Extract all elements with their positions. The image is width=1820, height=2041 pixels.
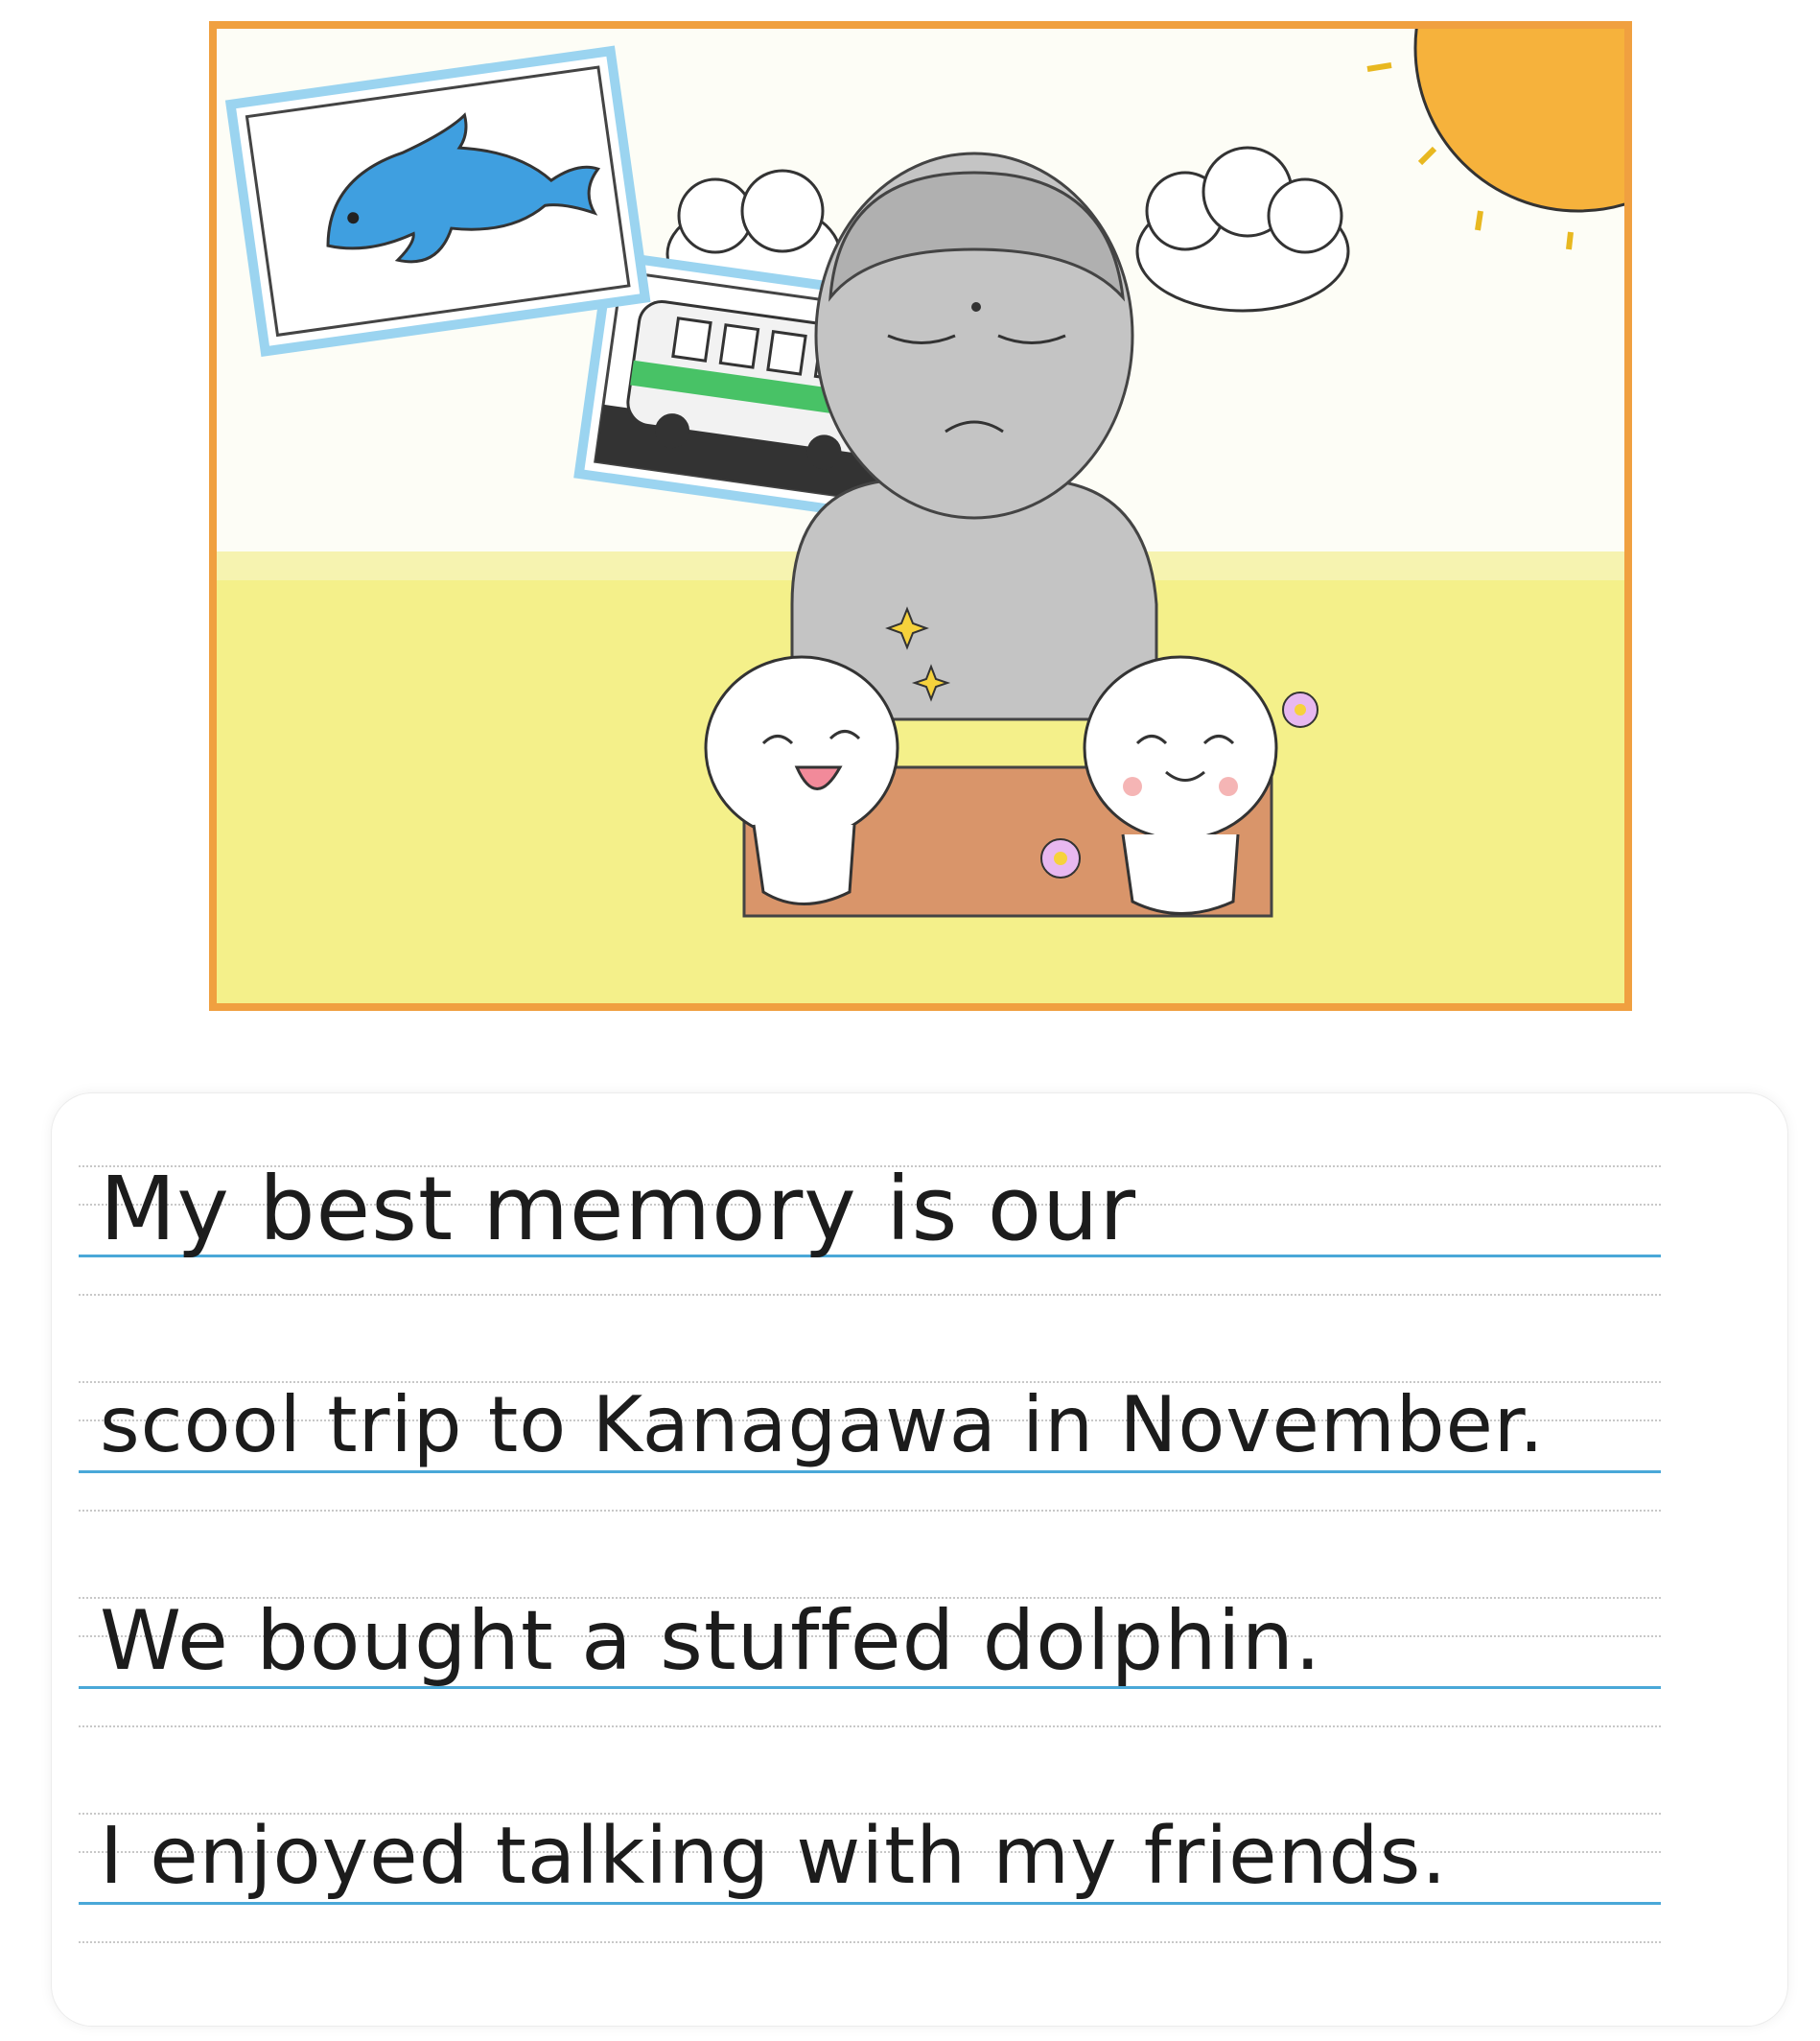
writing-line: scool trip to Kanagawa in November. (79, 1380, 1661, 1515)
sun-icon (1366, 29, 1624, 250)
cloud-icon (1135, 146, 1350, 313)
handwritten-text: We bought a stuffed dolphin. (100, 1593, 1322, 1689)
handwritten-text: My best memory is our (100, 1158, 1137, 1260)
buddha-statue-icon (790, 152, 1158, 721)
writing-line: My best memory is our (79, 1158, 1661, 1300)
drawing-illustration (217, 29, 1624, 1003)
writing-line: We bought a stuffed dolphin. (79, 1593, 1661, 1731)
handwritten-text: scool trip to Kanagawa in November. (100, 1380, 1545, 1469)
handwritten-text: I enjoyed talking with my friends. (100, 1811, 1448, 1902)
drawing-frame (209, 21, 1632, 1011)
dolphin-photo (224, 45, 651, 357)
flower-icon (1282, 692, 1318, 728)
flower-icon (1040, 838, 1081, 879)
writing-line: I enjoyed talking with my friends. (79, 1811, 1661, 1947)
